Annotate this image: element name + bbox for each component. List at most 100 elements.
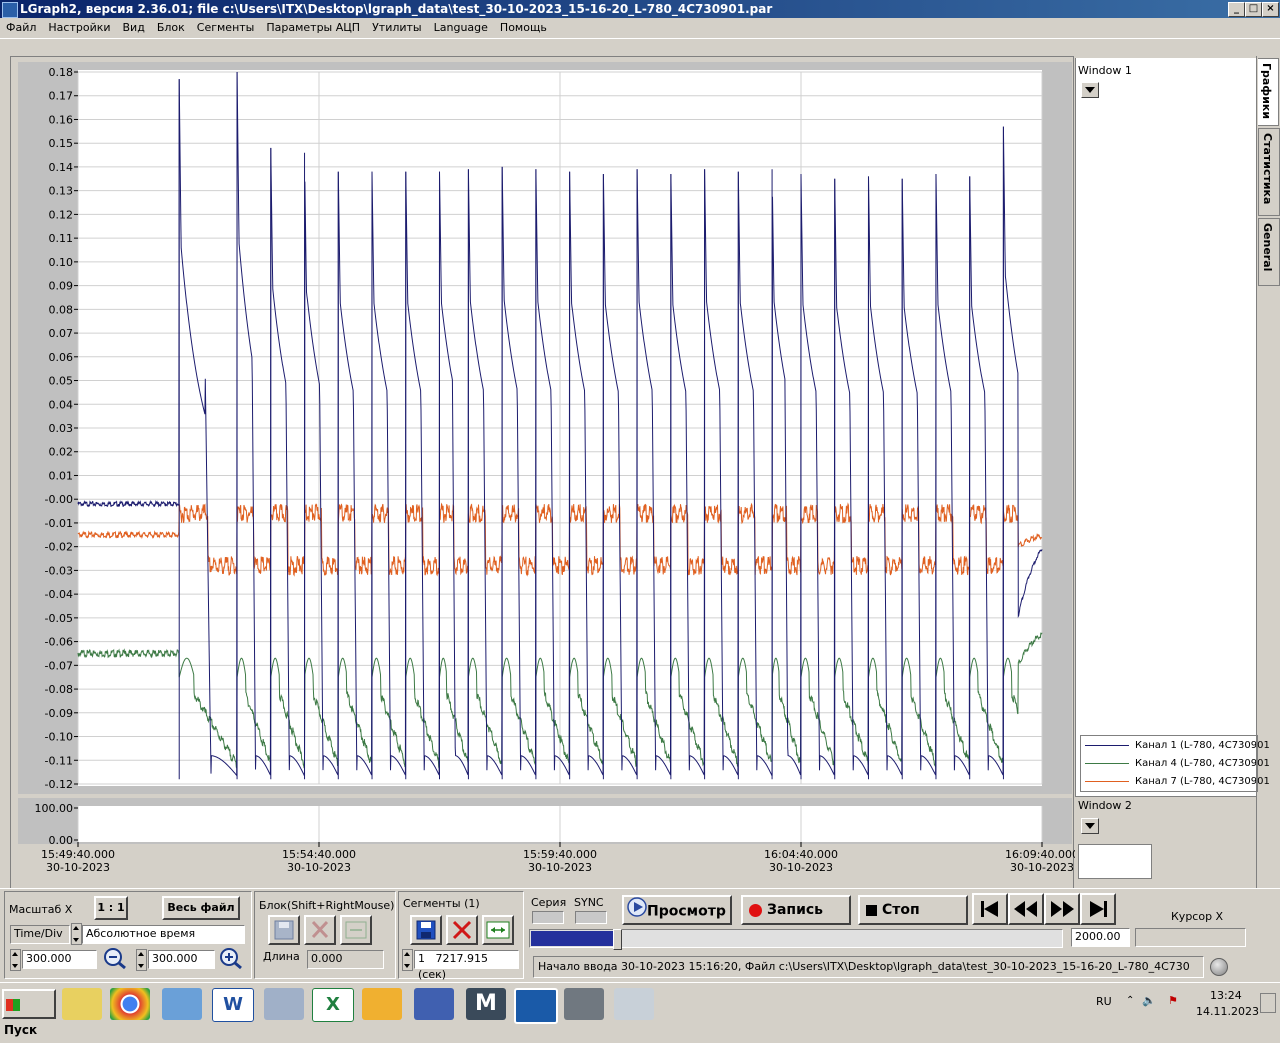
tray-chevron-icon[interactable]: ⌃ xyxy=(1126,995,1134,1006)
legend-label: Канал 7 (L-780, 4C730901 xyxy=(1135,776,1270,787)
y-tick-label: 0.06 xyxy=(49,351,74,364)
search-icon[interactable] xyxy=(264,988,304,1020)
y-tick-label: 0.16 xyxy=(49,113,74,126)
legend-swatch xyxy=(1085,780,1129,782)
segment-fit-icon[interactable] xyxy=(482,915,514,945)
taskbar: Пуск W X M RU ⌃ 🔈 ⚑ 13:24 14.11.2023 xyxy=(0,982,1280,1037)
time-div-select[interactable]: Time/Div xyxy=(10,925,70,944)
y-tick-label: 0.13 xyxy=(49,185,74,198)
tab-statistics-label: Статистика xyxy=(1261,133,1274,205)
x-tick-time: 15:54:40.000 xyxy=(282,848,356,861)
time-div-input[interactable]: 300.000 xyxy=(22,950,97,969)
y-tick-label: 0.08 xyxy=(49,303,74,316)
tray-flag-icon[interactable]: ⚑ xyxy=(1168,994,1178,1007)
lower-y-tick-label: 100.00 xyxy=(35,802,74,815)
status-text: Начало ввода 30-10-2023 15:16:20, Файл c… xyxy=(533,956,1204,978)
network-icon[interactable] xyxy=(414,988,454,1020)
control-panel-icon[interactable] xyxy=(162,988,202,1020)
tab-general[interactable]: General xyxy=(1258,218,1280,286)
segment-field[interactable]: 1 7217.915 (сек) xyxy=(414,950,519,981)
first-button[interactable] xyxy=(972,893,1008,925)
zoom-out-icon[interactable] xyxy=(102,946,128,970)
x-tick-time: 16:09:40.000 xyxy=(1005,848,1075,861)
x-tick-date: 30-10-2023 xyxy=(769,861,833,874)
last-button[interactable] xyxy=(1080,893,1116,925)
zoom-in-icon[interactable] xyxy=(218,946,244,970)
series-label: Серия xyxy=(531,896,567,909)
time-div-spinner[interactable] xyxy=(71,923,82,945)
block-label: Блок(Shift+RightMouse) xyxy=(259,899,395,912)
lgraph-icon[interactable] xyxy=(514,988,558,1024)
progress-thumb[interactable] xyxy=(612,929,622,950)
tab-statistics[interactable]: Статистика xyxy=(1258,128,1280,216)
explorer-icon[interactable] xyxy=(62,988,102,1020)
app2-icon[interactable] xyxy=(362,988,402,1020)
status-led-icon xyxy=(1210,958,1228,976)
window2-label: Window 2 xyxy=(1078,799,1132,812)
legend-item: Канал 4 (L-780, 4C730901 xyxy=(1085,758,1270,772)
x-tick-time: 15:59:40.000 xyxy=(523,848,597,861)
view-button[interactable]: Просмотр xyxy=(622,895,732,925)
maximize-button[interactable]: □ xyxy=(1245,2,1262,17)
segment-spinner[interactable] xyxy=(402,949,413,971)
y-tick-label: -0.04 xyxy=(45,588,73,601)
legend: Канал 1 (L-780, 4C730901 Канал 4 (L-780,… xyxy=(1080,735,1270,792)
record-button[interactable]: Запись xyxy=(741,895,851,925)
legend-label: Канал 4 (L-780, 4C730901 xyxy=(1135,758,1270,769)
whole-file-button[interactable]: Весь файл xyxy=(162,896,240,920)
main-chart[interactable]: 0.18 0.17 0.16 0.15 0.14 0.13 0.12 0.11 0.10 0.09… xyxy=(0,0,1075,890)
y-tick-label: -0.12 xyxy=(45,778,73,791)
segment-number: 1 xyxy=(418,952,425,965)
y-tick-label: -0.10 xyxy=(45,731,73,744)
m-app-icon[interactable]: M xyxy=(466,988,506,1020)
start-button[interactable]: Пуск xyxy=(2,989,56,1037)
rewind-icon xyxy=(1014,901,1037,917)
time-div-value2-spinner[interactable] xyxy=(136,949,147,971)
block-save-icon[interactable] xyxy=(268,915,300,945)
stop-button-label: Стоп xyxy=(882,902,920,918)
chrome-icon[interactable] xyxy=(110,988,150,1020)
window2-dropdown-button[interactable] xyxy=(1081,818,1099,834)
x-tick-date: 30-10-2023 xyxy=(528,861,592,874)
volume-icon[interactable]: 🔈 xyxy=(1142,994,1156,1007)
block-delete-icon[interactable] xyxy=(304,915,336,945)
tab-graphs[interactable]: Графики xyxy=(1258,58,1279,126)
minimize-button[interactable]: _ xyxy=(1228,2,1245,17)
notification-icon[interactable] xyxy=(1260,993,1276,1013)
word-icon[interactable]: W xyxy=(212,988,254,1022)
legend-item: Канал 7 (L-780, 4C730901 xyxy=(1085,776,1270,790)
y-tick-label: -0.03 xyxy=(45,564,73,577)
stop-button[interactable]: Стоп xyxy=(858,895,968,925)
y-tick-label: -0.05 xyxy=(45,612,73,625)
block-fit-icon[interactable] xyxy=(340,915,372,945)
y-tick-label: -0.06 xyxy=(45,636,73,649)
forward-button[interactable] xyxy=(1044,893,1080,925)
time-div-input2[interactable]: 300.000 xyxy=(148,950,215,969)
eye-app-icon[interactable] xyxy=(564,988,604,1020)
y-tick-label: 0.14 xyxy=(49,161,74,174)
x-tick-date: 30-10-2023 xyxy=(1010,861,1074,874)
progress-fill xyxy=(531,931,614,946)
lower-y-tick-label: 0.00 xyxy=(49,834,74,847)
clock-date: 14.11.2023 xyxy=(1196,1005,1259,1018)
y-tick-label: 0.02 xyxy=(49,446,74,459)
ratio-button[interactable]: 1 : 1 xyxy=(94,896,128,920)
language-indicator[interactable]: RU xyxy=(1096,995,1112,1008)
time-mode-field[interactable]: Абсолютное время xyxy=(82,925,245,944)
close-button[interactable]: × xyxy=(1262,2,1279,17)
skip-last-icon xyxy=(1090,901,1107,917)
segments-label: Сегменты (1) xyxy=(403,897,480,910)
excel-icon[interactable]: X xyxy=(312,988,354,1022)
y-tick-label: 0.18 xyxy=(49,66,74,79)
record-icon xyxy=(749,903,762,917)
paint-icon[interactable] xyxy=(614,988,654,1020)
clock-time: 13:24 xyxy=(1210,989,1242,1002)
time-div-value-spinner[interactable] xyxy=(10,949,21,971)
window1-dropdown-button[interactable] xyxy=(1081,82,1099,98)
segment-delete-icon[interactable] xyxy=(446,915,478,945)
legend-item: Канал 1 (L-780, 4C730901 xyxy=(1085,740,1270,754)
segment-save-icon[interactable] xyxy=(410,915,442,945)
rewind-button[interactable] xyxy=(1008,893,1044,925)
skip-first-icon xyxy=(981,901,998,917)
sync-indicator xyxy=(575,911,607,924)
